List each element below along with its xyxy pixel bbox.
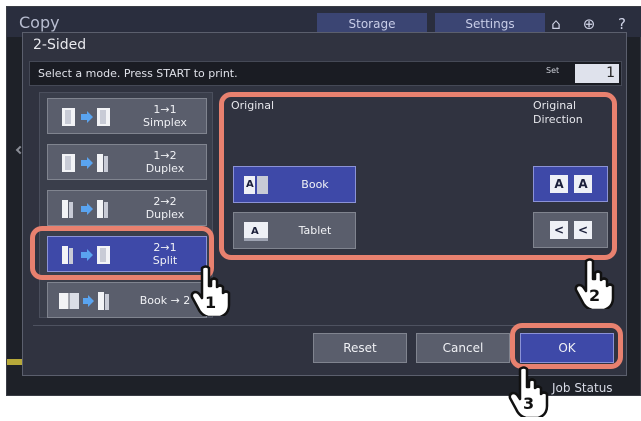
direction-label-line2: Direction: [533, 113, 583, 126]
callout-number-3: 3: [523, 394, 534, 413]
pointing-hand-3-icon: 3: [508, 366, 549, 417]
simplex-icon: [62, 108, 110, 126]
help-icon[interactable]: ?: [613, 15, 631, 33]
set-label: Set: [546, 66, 560, 75]
callout-number-2: 2: [589, 286, 600, 305]
instruction-message: Select a mode. Press START to print.: [38, 67, 238, 80]
globe-icon[interactable]: ⊕: [580, 15, 598, 33]
direction-upright-glyph-1: A: [550, 175, 568, 193]
mode-split-line1: 2→1: [153, 241, 177, 254]
direction-sideways-button[interactable]: < <: [533, 212, 608, 248]
divider: [33, 325, 618, 326]
mode-2to2-label: 2→2 Duplex: [126, 195, 204, 221]
background-indicator: [7, 359, 23, 365]
book-original-icon: A: [244, 176, 268, 194]
svg-text:A: A: [246, 179, 254, 190]
duplex-2to2-icon: [62, 200, 108, 218]
pointing-hand-1-icon: 1: [190, 265, 231, 316]
original-tablet-label: Tablet: [298, 224, 332, 237]
mode-simplex-button[interactable]: 1→1 Simplex: [47, 98, 207, 134]
direction-upright-button[interactable]: A A: [533, 166, 608, 202]
set-count-field[interactable]: 1: [575, 64, 619, 83]
dialog-title: 2-Sided: [33, 37, 87, 53]
home-icon[interactable]: ⌂: [547, 15, 565, 33]
reset-button[interactable]: Reset: [313, 333, 407, 363]
stage: Copy Storage Settings ⌂ ⊕ ? Job Status 2…: [0, 0, 641, 421]
cancel-button[interactable]: Cancel: [416, 333, 510, 363]
original-label: Original: [231, 99, 275, 112]
mode-2to2-duplex-button[interactable]: 2→2 Duplex: [47, 190, 207, 226]
direction-upright-glyph-2: A: [574, 175, 592, 193]
direction-label-line1: Original: [533, 99, 577, 112]
two-sided-dialog: 2-Sided Select a mode. Press START to pr…: [22, 32, 627, 376]
message-bar: Select a mode. Press START to print. Set…: [29, 61, 622, 86]
callout-number-1: 1: [205, 293, 216, 312]
original-tablet-button[interactable]: A Tablet: [233, 212, 356, 249]
direction-sideways-glyph-2: <: [574, 221, 592, 239]
background-app-title: Copy: [19, 13, 60, 32]
original-book-button[interactable]: A Book: [233, 166, 356, 203]
mode-2to2-line1: 2→2: [153, 195, 177, 208]
mode-1to2-line1: 1→2: [153, 149, 177, 162]
mode-simplex-label: 1→1 Simplex: [126, 103, 204, 129]
mode-2to2-line2: Duplex: [145, 208, 185, 221]
mode-1to2-duplex-button[interactable]: 1→2 Duplex: [47, 144, 207, 180]
direction-sideways-glyph-1: <: [550, 221, 568, 239]
mode-simplex-line2: Simplex: [143, 116, 187, 129]
book-icon: [59, 292, 109, 310]
direction-label: Original Direction: [533, 99, 583, 127]
ok-button[interactable]: OK: [520, 333, 614, 363]
duplex-1to2-icon: [62, 154, 108, 172]
mode-split-button[interactable]: 2→1 Split: [47, 236, 207, 272]
mode-book-to-2-button[interactable]: Book → 2: [47, 282, 207, 318]
pointing-hand-2-icon: 2: [574, 258, 615, 309]
mode-simplex-line1: 1→1: [153, 103, 177, 116]
mode-1to2-line2: Duplex: [145, 162, 185, 175]
split-icon: [62, 246, 110, 264]
original-book-label: Book: [301, 178, 329, 191]
svg-text:A: A: [251, 226, 259, 237]
mode-1to2-label: 1→2 Duplex: [126, 149, 204, 175]
tablet-original-icon: A: [244, 222, 268, 241]
job-status-button[interactable]: Job Status: [552, 378, 641, 398]
